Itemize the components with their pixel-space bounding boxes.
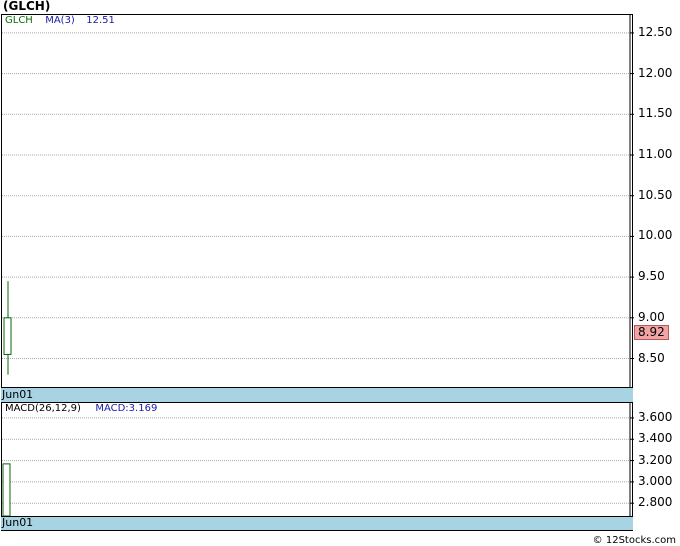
price-tick-label: 11.50 <box>638 106 673 121</box>
last-price-badge: 8.92 <box>634 325 669 340</box>
macd-plot <box>2 403 634 517</box>
price-plot <box>2 15 634 387</box>
macd-date-strip <box>1 516 633 531</box>
price-legend: GLCH MA(3) 12.51 <box>5 15 115 26</box>
macd-tick-label: 2.800 <box>638 495 673 510</box>
price-date-label: Jun01 <box>2 388 34 401</box>
macd-tick-label: 3.600 <box>638 409 673 424</box>
macd-legend: MACD(26,12,9) MACD:3.169 <box>5 403 157 414</box>
price-tick-label: 9.00 <box>638 309 665 324</box>
chart-title: (GLCH) <box>3 0 51 13</box>
macd-legend-label: MACD(26,12,9) <box>5 403 81 414</box>
macd-tick-label: 3.000 <box>638 473 673 488</box>
legend-ma-value: 12.51 <box>86 15 115 26</box>
price-tick-label: 10.50 <box>638 187 673 202</box>
price-tick-label: 11.00 <box>638 147 673 161</box>
macd-bar <box>2 463 11 517</box>
legend-ma-label: MA(3) <box>45 15 75 26</box>
macd-legend-value: MACD:3.169 <box>95 403 158 414</box>
legend-symbol: GLCH <box>5 15 33 26</box>
price-tick-label: 8.50 <box>638 350 665 365</box>
candle-body <box>3 317 12 355</box>
macd-date-label: Jun01 <box>2 516 34 529</box>
macd-tick-label: 3.400 <box>638 431 673 446</box>
price-tick-label: 9.50 <box>638 269 665 284</box>
watermark: © 12Stocks.com <box>592 535 676 546</box>
price-tick-label: 12.50 <box>638 24 673 39</box>
price-tick-label: 12.00 <box>638 65 673 80</box>
price-tick-label: 10.00 <box>638 228 673 243</box>
macd-tick-label: 3.200 <box>638 452 673 467</box>
